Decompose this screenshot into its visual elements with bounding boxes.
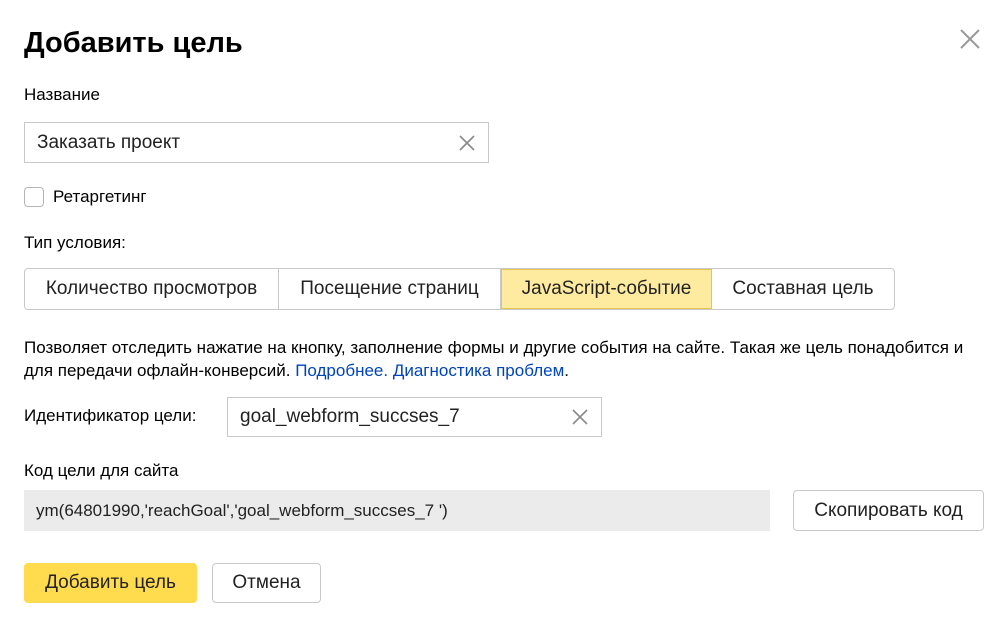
retargeting-label[interactable]: Ретаргетинг [53,186,147,208]
name-field-label: Название [24,85,100,104]
condition-option-pageviews[interactable]: Количество просмотров [25,269,279,309]
condition-option-composite-goal[interactable]: Составная цель [712,269,894,309]
goal-id-label: Идентификатор цели: [24,406,197,425]
dialog-title: Добавить цель [24,27,243,59]
clear-icon[interactable] [458,134,476,152]
goal-id-value[interactable]: goal_webform_succses_7 [240,406,571,428]
name-input-value[interactable]: Заказать проект [37,132,458,154]
site-code-box: ym(64801990,'reachGoal','goal_webform_su… [24,490,770,531]
clear-icon[interactable] [571,408,589,426]
cancel-button[interactable]: Отмена [212,563,321,603]
more-link[interactable]: Подробнее. [295,361,388,380]
copy-code-button[interactable]: Скопировать код [793,490,984,531]
condition-type-selector: Количество просмотров Посещение страниц … [24,268,895,310]
close-icon[interactable] [958,27,982,51]
goal-id-input[interactable]: goal_webform_succses_7 [227,397,602,437]
name-input[interactable]: Заказать проект [24,122,489,163]
retargeting-checkbox[interactable] [24,187,44,207]
condition-option-page-visits[interactable]: Посещение страниц [279,269,501,309]
site-code-label: Код цели для сайта [24,461,179,480]
add-goal-button[interactable]: Добавить цель [24,563,197,603]
condition-type-label: Тип условия: [24,233,126,252]
condition-option-javascript-event[interactable]: JavaScript-событие [501,269,712,309]
description-suffix: . [564,361,569,380]
condition-description: Позволяет отследить нажатие на кнопку, з… [24,336,974,382]
diagnostics-link[interactable]: Диагностика проблем [393,361,564,380]
